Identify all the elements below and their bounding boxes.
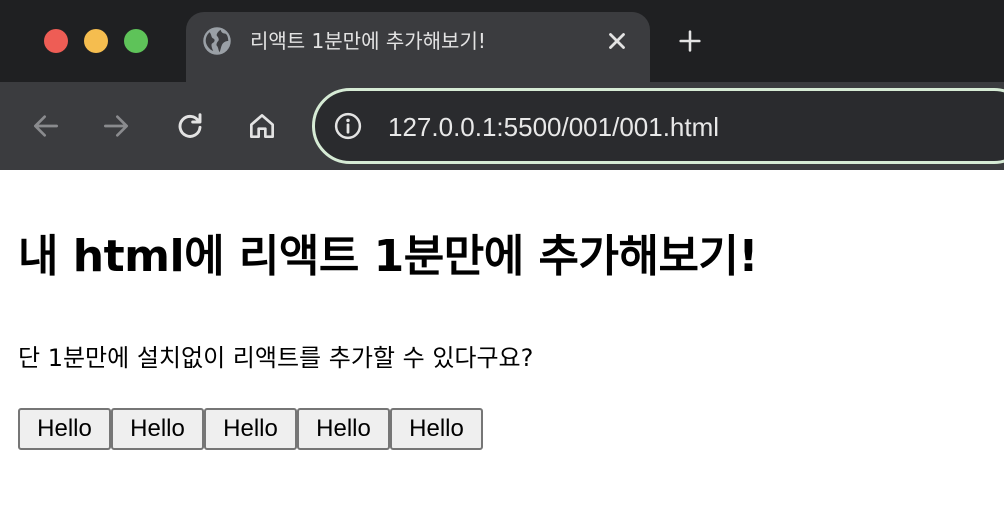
- tab-title: 리액트 1분만에 추가해보기!: [250, 29, 486, 53]
- window-close-button[interactable]: [44, 29, 68, 53]
- home-icon[interactable]: [246, 110, 278, 142]
- hello-button[interactable]: Hello: [18, 408, 111, 450]
- address-bar[interactable]: 127.0.0.1:5500/001/001.html: [312, 88, 1004, 164]
- hello-button[interactable]: Hello: [111, 408, 204, 450]
- arrow-right-icon[interactable]: [100, 110, 132, 142]
- window-minimize-button[interactable]: [84, 29, 108, 53]
- close-icon[interactable]: [604, 28, 630, 54]
- reload-icon[interactable]: [174, 110, 206, 142]
- active-tab[interactable]: 리액트 1분만에 추가해보기!: [186, 12, 650, 82]
- tab-strip: 리액트 1분만에 추가해보기!: [0, 0, 1004, 82]
- info-icon[interactable]: [333, 111, 363, 141]
- plus-icon[interactable]: [676, 27, 704, 55]
- hello-button[interactable]: Hello: [297, 408, 390, 450]
- hello-button[interactable]: Hello: [390, 408, 483, 450]
- globe-icon: [203, 27, 231, 55]
- browser-toolbar: 127.0.0.1:5500/001/001.html: [0, 82, 1004, 170]
- page-content: 내 html에 리액트 1분만에 추가해보기! 단 1분만에 설치없이 리액트를…: [0, 170, 1004, 510]
- window-zoom-button[interactable]: [124, 29, 148, 53]
- arrow-left-icon[interactable]: [30, 110, 62, 142]
- page-description: 단 1분만에 설치없이 리액트를 추가할 수 있다구요?: [18, 344, 534, 372]
- page-title: 내 html에 리액트 1분만에 추가해보기!: [18, 231, 758, 282]
- hello-button[interactable]: Hello: [204, 408, 297, 450]
- button-row: Hello Hello Hello Hello Hello: [18, 408, 483, 450]
- url-text[interactable]: 127.0.0.1:5500/001/001.html: [388, 110, 719, 144]
